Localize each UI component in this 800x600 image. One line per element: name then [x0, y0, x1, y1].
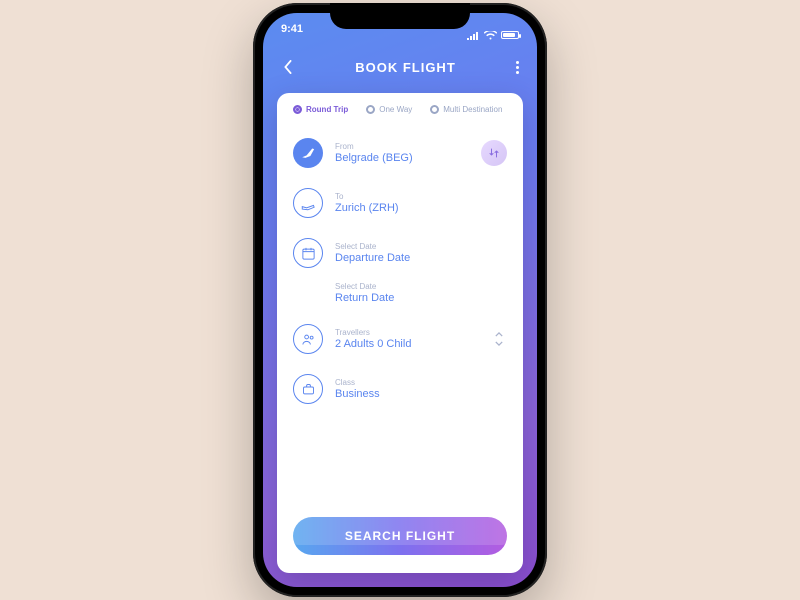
app-screen: 9:41 BOOK FLIGHT Round Trip One Way	[263, 13, 537, 587]
calendar-icon	[293, 238, 323, 268]
from-field[interactable]: From Belgrade (BEG)	[293, 128, 507, 178]
more-icon[interactable]	[516, 61, 519, 74]
status-indicators	[466, 23, 519, 47]
class-field[interactable]: Class Business	[293, 364, 507, 414]
radio-icon	[430, 105, 439, 114]
trip-type-selector: Round Trip One Way Multi Destination	[277, 93, 523, 122]
plane-land-icon	[293, 188, 323, 218]
trip-type-label: Multi Destination	[443, 105, 502, 114]
radio-icon	[366, 105, 375, 114]
briefcase-icon	[293, 374, 323, 404]
trip-type-multi[interactable]: Multi Destination	[430, 105, 502, 114]
wifi-icon	[484, 31, 497, 40]
return-date-field[interactable]: Select Date Return Date	[335, 278, 507, 314]
back-icon[interactable]	[281, 60, 295, 74]
form-rows: From Belgrade (BEG) To Zurich (ZRH)	[277, 122, 523, 507]
cellular-icon	[466, 31, 480, 40]
page-title: BOOK FLIGHT	[355, 60, 456, 75]
chevron-up-icon	[495, 332, 503, 337]
field-value: Belgrade (BEG)	[335, 152, 413, 164]
swap-icon	[488, 147, 500, 159]
field-label: Select Date	[335, 282, 507, 291]
booking-card: Round Trip One Way Multi Destination	[277, 93, 523, 573]
field-label: To	[335, 192, 399, 201]
field-value: 2 Adults 0 Child	[335, 338, 411, 350]
phone-frame: 9:41 BOOK FLIGHT Round Trip One Way	[253, 3, 547, 597]
chevron-down-icon	[495, 341, 503, 346]
field-label: From	[335, 142, 413, 151]
plane-takeoff-icon	[293, 138, 323, 168]
trip-type-label: One Way	[379, 105, 412, 114]
to-field[interactable]: To Zurich (ZRH)	[293, 178, 507, 228]
travellers-field[interactable]: Travellers 2 Adults 0 Child	[293, 314, 507, 364]
travellers-stepper[interactable]	[495, 332, 503, 346]
app-header: BOOK FLIGHT	[263, 47, 537, 87]
departure-date-field[interactable]: Select Date Departure Date	[293, 228, 507, 278]
field-value: Business	[335, 388, 380, 400]
field-label: Class	[335, 378, 380, 387]
trip-type-label: Round Trip	[306, 105, 348, 114]
card-stack-hint	[287, 505, 513, 545]
passengers-icon	[293, 324, 323, 354]
field-value: Return Date	[335, 292, 507, 304]
battery-icon	[501, 31, 519, 39]
status-time: 9:41	[281, 23, 303, 47]
phone-notch	[330, 3, 470, 29]
trip-type-round-trip[interactable]: Round Trip	[293, 105, 348, 114]
trip-type-one-way[interactable]: One Way	[366, 105, 412, 114]
field-value: Zurich (ZRH)	[335, 202, 399, 214]
field-value: Departure Date	[335, 252, 410, 264]
swap-button[interactable]	[481, 140, 507, 166]
field-label: Travellers	[335, 328, 411, 337]
field-label: Select Date	[335, 242, 410, 251]
radio-icon	[293, 105, 302, 114]
